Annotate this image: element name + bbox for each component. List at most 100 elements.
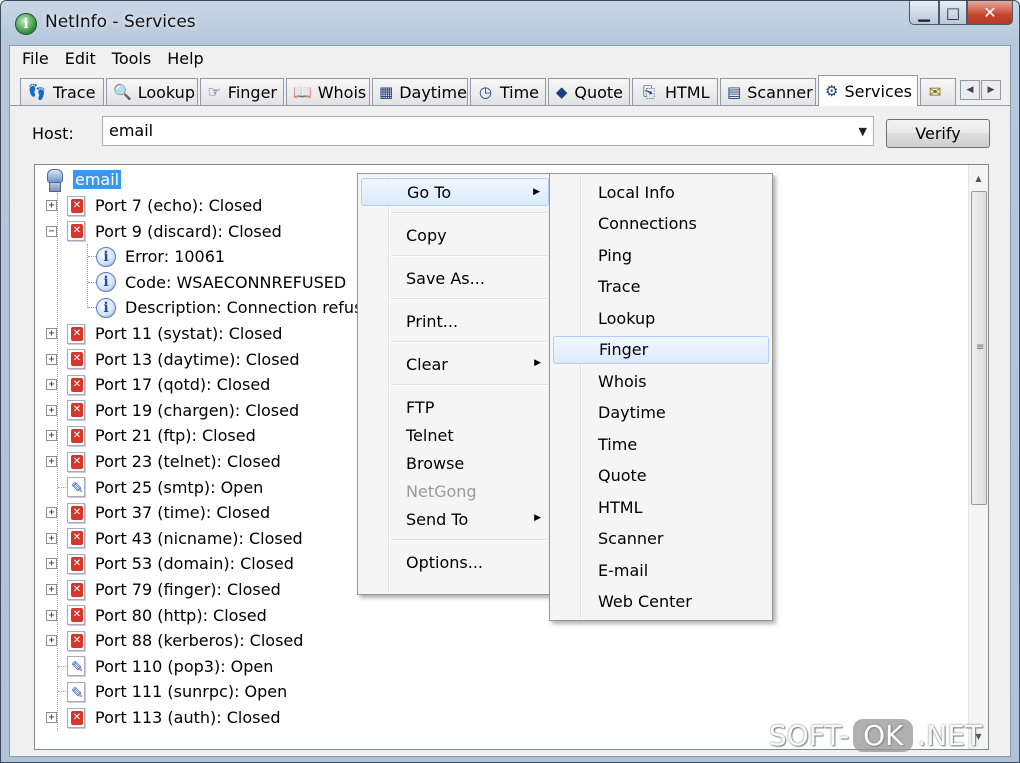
expand-icon[interactable]: +: [46, 712, 57, 723]
tree-detail-row[interactable]: i Code: WSAECONNREFUSED: [95, 270, 346, 295]
tab-daytime[interactable]: ▦ Daytime: [372, 78, 468, 105]
submenu-item-local-info[interactable]: Local Info: [553, 178, 769, 206]
tree-port-row[interactable]: Port 11 (systat): Closed: [65, 321, 282, 346]
scanner-icon: ▤: [727, 83, 742, 101]
tree-node-label: Code: WSAECONNREFUSED: [125, 272, 347, 292]
tab-lookup[interactable]: 🔍 Lookup: [106, 78, 198, 105]
expand-icon[interactable]: +: [46, 558, 57, 570]
scroll-thumb[interactable]: ≡: [971, 191, 987, 505]
dropdown-arrow-icon[interactable]: ▼: [859, 125, 867, 138]
submenu-item-e-mail[interactable]: E-mail: [553, 556, 769, 584]
submenu-item-lookup[interactable]: Lookup: [553, 304, 769, 332]
expand-icon[interactable]: +: [46, 404, 57, 416]
submenu-item-daytime[interactable]: Daytime: [553, 399, 769, 427]
tab-time[interactable]: ◷ Time: [470, 78, 546, 105]
menu-item-clear[interactable]: Clear ▶: [361, 350, 549, 378]
tree-port-row[interactable]: Port 111 (sunrpc): Open: [65, 679, 287, 704]
expand-icon[interactable]: +: [46, 456, 57, 467]
submenu-item-whois[interactable]: Whois: [553, 367, 769, 395]
host-combobox[interactable]: email ▼: [102, 116, 874, 146]
maximize-button[interactable]: □: [939, 1, 967, 25]
verify-button[interactable]: Verify: [886, 119, 990, 148]
tree-vertical-scrollbar[interactable]: ▲ ≡ ▼: [968, 165, 988, 749]
tree-node-label: Port 21 (ftp): Closed: [95, 426, 256, 446]
tab-services[interactable]: ⚙ Services: [818, 75, 918, 106]
menu-edit[interactable]: Edit: [57, 49, 104, 68]
tree-port-row[interactable]: Port 25 (smtp): Open: [65, 475, 263, 500]
expand-icon[interactable]: +: [46, 635, 57, 647]
tree-detail-row[interactable]: i Error: 10061: [95, 244, 225, 269]
expand-icon[interactable]: +: [46, 200, 57, 211]
closed-port-icon: [65, 451, 87, 473]
submenu-item-html[interactable]: HTML: [553, 493, 769, 521]
menu-item-browse[interactable]: Browse: [361, 449, 549, 477]
expand-icon[interactable]: +: [46, 532, 57, 544]
menu-item-copy[interactable]: Copy: [361, 221, 549, 249]
tree-port-row[interactable]: Port 110 (pop3): Open: [65, 654, 273, 679]
tree-port-row[interactable]: Port 88 (kerberos): Closed: [65, 628, 303, 653]
tree-port-row[interactable]: Port 80 (http): Closed: [65, 603, 267, 628]
tree-port-row[interactable]: Port 19 (chargen): Closed: [65, 398, 299, 423]
expand-icon[interactable]: +: [46, 584, 57, 595]
tree-detail-row[interactable]: i Description: Connection refused: [95, 295, 382, 320]
tree-root-node[interactable]: email: [43, 167, 122, 192]
title-bar[interactable]: i NetInfo - Services ▁ □ ✕: [1, 1, 1019, 45]
tab-whois[interactable]: 📖 Whois: [286, 78, 370, 105]
tab-scroll-right-icon[interactable]: ▶: [981, 80, 1001, 100]
submenu-item-scanner[interactable]: Scanner: [553, 525, 769, 553]
tab-html[interactable]: ⎘ HTML: [632, 78, 718, 105]
info-icon-glyph: i: [96, 297, 116, 318]
tree-port-row[interactable]: Port 9 (discard): Closed: [65, 219, 282, 244]
menu-item-send-to[interactable]: Send To ▶: [361, 505, 549, 533]
submenu-item-finger[interactable]: Finger: [553, 335, 769, 364]
tab-strip: 👣 Trace 🔍 Lookup ☞ Finger 📖 Whois ▦ Daytime ◷ Time ◆…: [10, 74, 1010, 106]
expand-icon[interactable]: +: [46, 379, 57, 391]
submenu-item-trace[interactable]: Trace: [553, 273, 769, 301]
tab-quote[interactable]: ◆ Quote: [548, 78, 630, 105]
submenu-item-connections[interactable]: Connections: [553, 210, 769, 238]
tab-scroll-left-icon[interactable]: ◀: [960, 80, 980, 100]
tree-port-row[interactable]: Port 23 (telnet): Closed: [65, 449, 281, 474]
tree-port-row[interactable]: Port 7 (echo): Closed: [65, 193, 262, 218]
menu-item-telnet[interactable]: Telnet: [361, 421, 549, 449]
tree-port-row[interactable]: Port 13 (daytime): Closed: [65, 347, 300, 372]
collapse-icon[interactable]: −: [46, 225, 57, 237]
expand-icon[interactable]: +: [46, 328, 57, 339]
netinfo-app-icon[interactable]: i: [15, 13, 37, 35]
tree-port-row[interactable]: Port 21 (ftp): Closed: [65, 423, 256, 448]
tree-port-row[interactable]: Port 43 (nicname): Closed: [65, 526, 303, 551]
menu-item-options[interactable]: Options...: [361, 548, 549, 576]
submenu-item-web-center[interactable]: Web Center: [553, 588, 769, 616]
watermark-left: SOFT-: [769, 719, 850, 752]
expand-icon[interactable]: +: [46, 430, 57, 442]
close-button[interactable]: ✕: [967, 1, 1013, 25]
menu-item-save-as[interactable]: Save As...: [361, 264, 549, 292]
menu-help[interactable]: Help: [159, 49, 211, 68]
tab-finger[interactable]: ☞ Finger: [200, 78, 284, 105]
tree-node-label: Port 111 (sunrpc): Open: [95, 682, 288, 702]
tab-scanner[interactable]: ▤ Scanner: [720, 78, 816, 105]
minimize-button[interactable]: ▁: [909, 1, 939, 25]
tree-port-row[interactable]: Port 79 (finger): Closed: [65, 577, 281, 602]
menu-file[interactable]: File: [14, 49, 57, 68]
info-icon-glyph: i: [96, 246, 116, 267]
scroll-up-arrow-icon[interactable]: ▲: [969, 169, 988, 187]
menu-item-ftp[interactable]: FTP: [361, 393, 549, 421]
tree-port-row[interactable]: Port 113 (auth): Closed: [65, 705, 281, 730]
submenu-item-time[interactable]: Time: [553, 430, 769, 458]
submenu-item-ping[interactable]: Ping: [553, 241, 769, 269]
tab-trace[interactable]: 👣 Trace: [20, 78, 104, 105]
expand-icon[interactable]: +: [46, 353, 57, 365]
tab-more[interactable]: ✉: [920, 78, 956, 105]
menu-item-go-to[interactable]: Go To ▶: [361, 178, 549, 206]
menu-item-print[interactable]: Print...: [361, 307, 549, 335]
tree-port-row[interactable]: Port 53 (domain): Closed: [65, 551, 294, 576]
menu-tools[interactable]: Tools: [104, 49, 159, 68]
submenu-item-quote[interactable]: Quote: [553, 462, 769, 490]
window-title: NetInfo - Services: [45, 12, 196, 32]
tree-port-row[interactable]: Port 37 (time): Closed: [65, 500, 270, 525]
expand-icon[interactable]: +: [46, 609, 57, 621]
tree-port-row[interactable]: Port 17 (qotd): Closed: [65, 372, 270, 397]
expand-icon[interactable]: +: [46, 507, 57, 519]
host-input[interactable]: email: [109, 121, 153, 140]
